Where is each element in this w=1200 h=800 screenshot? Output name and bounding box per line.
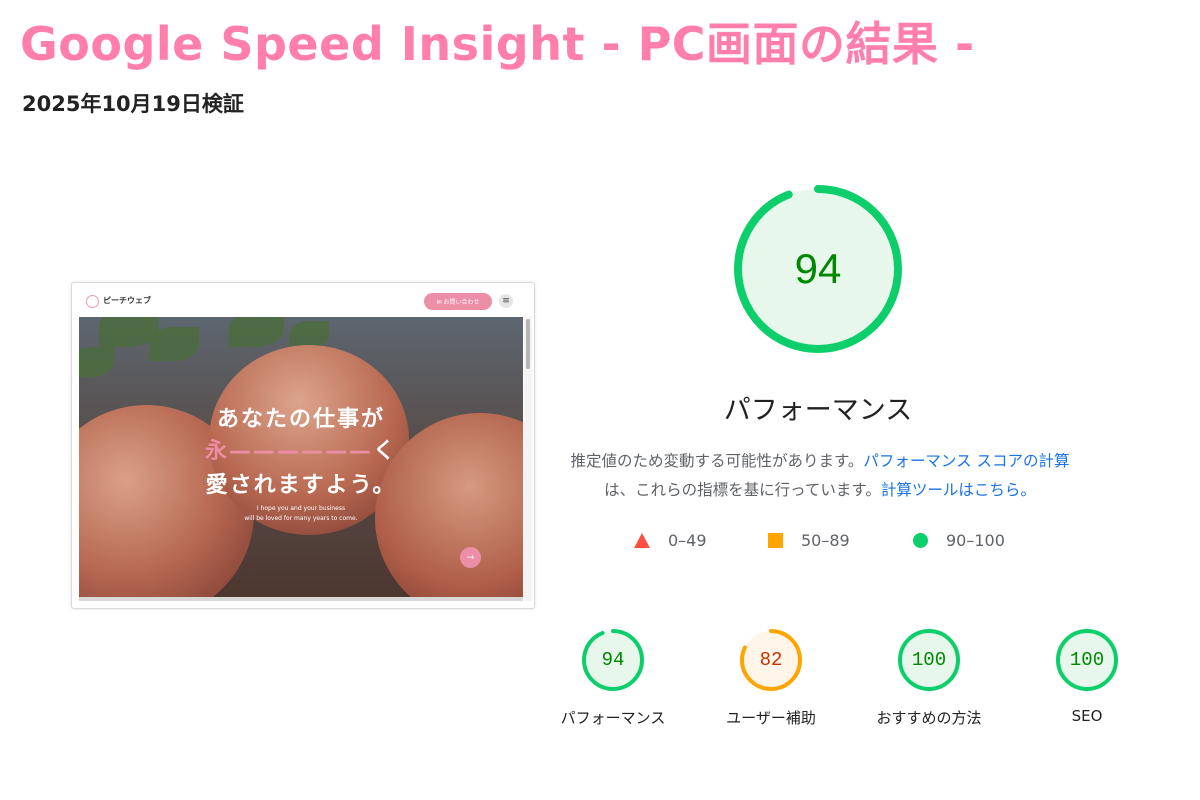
category-score: 100 <box>911 649 947 671</box>
performance-score: 94 <box>794 245 842 292</box>
hero-image: あなたの仕事が 永——————く 愛されますよう。 I hope you and… <box>79 317 523 597</box>
hero-dash: —————— <box>229 439 373 464</box>
site-logo-icon <box>86 295 99 308</box>
estimate-note: 推定値のため変動する可能性があります。パフォーマンス スコアの計算 <box>520 449 1120 471</box>
site-logo-text: ピーチウェブ <box>103 296 151 305</box>
hero-english-line1: I hope you and your business <box>256 505 346 512</box>
contact-button: ✉ お問い合わせ <box>424 293 492 310</box>
site-horizontal-scrollbar <box>79 597 523 601</box>
triangle-icon <box>634 532 650 548</box>
category-label: ユーザー補助 <box>726 709 816 727</box>
estimate-note-2: は、これらの指標を基に行っています。計算ツールはこちら。 <box>520 478 1120 500</box>
category-score: 100 <box>1069 649 1105 671</box>
hamburger-menu-icon: ≡ <box>499 294 513 308</box>
legend-average: 50–89 <box>768 528 850 552</box>
legend-average-label: 50–89 <box>801 530 850 550</box>
category-score: 94 <box>601 649 625 671</box>
hero-english-line2: will be loved for many years to come. <box>244 515 358 522</box>
category-score: 82 <box>759 649 783 671</box>
hero-line2-end: く <box>373 439 398 464</box>
site-header: ピーチウェブ ✉ お問い合わせ ≡ <box>72 283 524 317</box>
verification-date: 2025年10月19日検証 <box>22 92 244 116</box>
performance-title: パフォーマンス <box>723 395 913 426</box>
estimate-note-text-2: は、これらの指標を基に行っています。 <box>604 481 881 499</box>
circle-icon <box>913 532 928 548</box>
legend-fail-label: 0–49 <box>668 530 707 550</box>
scrollbar-handle <box>526 319 530 369</box>
leaf-decoration <box>79 347 114 377</box>
legend-pass: 90–100 <box>913 528 1005 552</box>
hero-headline-line2: 永——————く <box>79 433 523 465</box>
category-label: パフォーマンス <box>560 709 666 727</box>
legend-pass-label: 90–100 <box>946 530 1005 550</box>
category-label: SEO <box>1071 707 1103 725</box>
hero-accent-char: 永 <box>204 439 229 464</box>
legend-fail: 0–49 <box>634 528 707 552</box>
square-icon <box>768 532 783 548</box>
score-calc-link[interactable]: パフォーマンス スコアの計算 <box>863 452 1069 470</box>
leaf-decoration <box>149 327 199 361</box>
hero-headline-line3: 愛されますよう。 <box>205 473 397 498</box>
calculator-link[interactable]: 計算ツールはこちら。 <box>881 481 1036 499</box>
estimate-note-text: 推定値のため変動する可能性があります。 <box>570 452 864 470</box>
hero-arrow-button: → <box>460 547 481 568</box>
page-title: Google Speed Insight - PC画面の結果 - <box>20 17 975 71</box>
leaf-decoration <box>229 317 284 347</box>
hero-headline-line1: あなたの仕事が <box>216 407 385 432</box>
category-label: おすすめの方法 <box>876 709 982 727</box>
site-screenshot: ピーチウェブ ✉ お問い合わせ ≡ あなたの仕事が 永——————く 愛されます… <box>71 282 535 609</box>
